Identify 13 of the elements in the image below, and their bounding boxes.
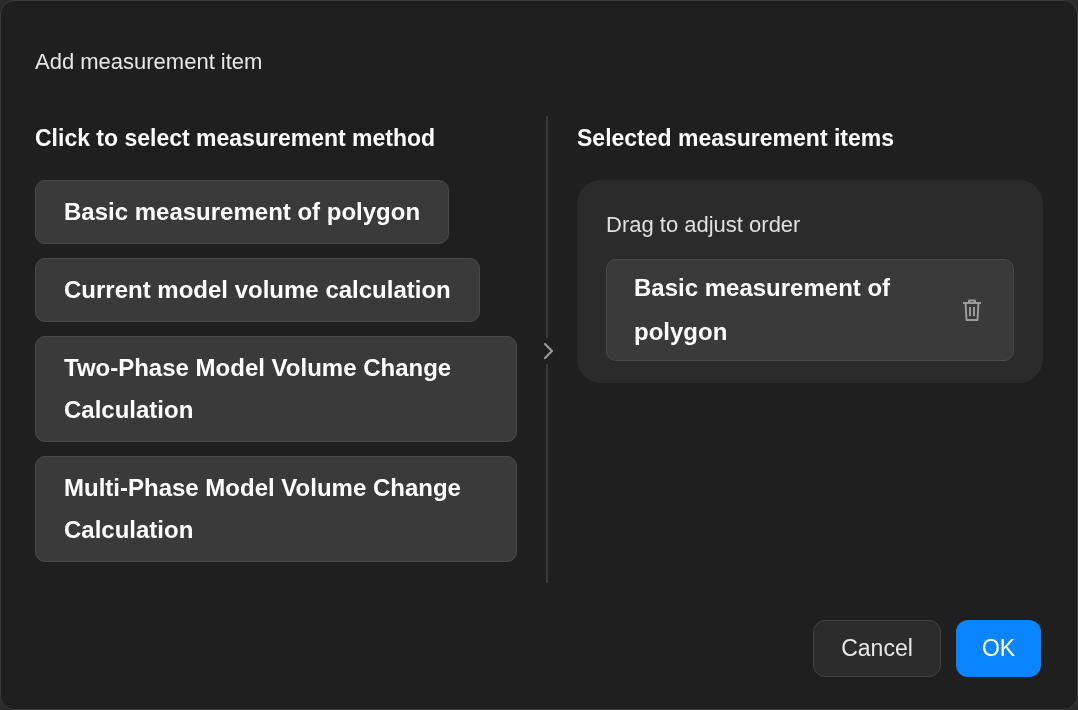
method-button[interactable]: Multi-Phase Model Volume Change Calculation [35, 455, 517, 562]
drag-hint: Drag to adjust order [606, 210, 802, 239]
item-label: Basic measurement of polygon [634, 272, 892, 347]
trash-icon[interactable] [961, 297, 983, 322]
dialog-title: Add measurement item [35, 48, 263, 76]
method-button[interactable]: Two-Phase Model Volume Change Calculation [35, 335, 517, 442]
cancel-button[interactable]: Cancel [813, 620, 941, 677]
method-button[interactable]: Basic measurement of polygon [35, 179, 450, 244]
section-heading: Click to select measurement method [35, 124, 437, 153]
ok-button[interactable]: OK [956, 620, 1041, 677]
selected-item[interactable]: Basic measurement of polygon [606, 258, 1014, 361]
section-heading: Selected measurement items [577, 124, 896, 153]
method-button[interactable]: Current model volume calculation [35, 257, 480, 322]
